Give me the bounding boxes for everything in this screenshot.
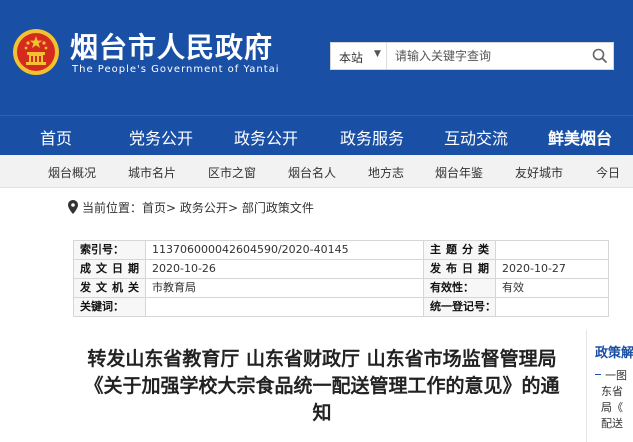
document-info-table: 索引号： 113706000042604590/2020-40145 主题分类 … [73,240,609,317]
keywords-value [145,297,424,317]
table-row: 发文机关 市教育局 有效性： 有效 [73,278,609,298]
index-number-value: 113706000042604590/2020-40145 [145,240,424,260]
nav-home[interactable]: 首页 [40,125,72,149]
validity-label: 有效性： [423,278,496,298]
subnav-item-today[interactable]: 今日 [596,164,620,181]
index-number-label: 索引号： [73,240,146,260]
sub-nav: 烟台概况 城市名片 区市之窗 烟台名人 地方志 烟台年鉴 友好城市 今日 [0,155,633,188]
national-emblem-icon [13,29,59,75]
issuer-label: 发文机关 [73,278,146,298]
subnav-item-celebrities[interactable]: 烟台名人 [288,164,336,181]
site-subtitle: The People's Government of Yantai [72,64,280,75]
subnav-item-city-cards[interactable]: 城市名片 [128,164,176,181]
nav-fresh-yantai[interactable]: 鲜美烟台 [548,125,612,149]
location-pin-icon [68,200,78,214]
breadcrumb-home[interactable]: 首页 [142,201,166,215]
search-input[interactable] [389,43,585,69]
subject-category-label: 主题分类 [423,240,496,260]
subnav-item-districts[interactable]: 区市之窗 [208,164,256,181]
sidebar-link[interactable]: 局《 [601,399,623,415]
article-title: 转发山东省教育厅 山东省财政厅 山东省市场监督管理局《关于加强学校大宗食品统一配… [84,348,560,424]
nav-interaction[interactable]: 互动交流 [444,125,508,149]
breadcrumb-government-affairs[interactable]: 政务公开 [180,201,228,215]
subject-category-value [495,240,609,260]
breadcrumb-department-policy[interactable]: 部门政策文件 [242,201,314,215]
published-date-value: 2020-10-27 [495,259,609,279]
breadcrumb-separator: > [166,201,177,215]
table-row: 关键词： 统一登记号： [73,297,609,317]
search-box: 本站 ▼ [330,42,614,70]
breadcrumb-separator: > [227,201,238,215]
breadcrumb-label: 当前位置： [82,201,143,215]
sidebar-title: 政策解读 [595,346,633,361]
registration-number-value [495,297,609,317]
table-row: 索引号： 113706000042604590/2020-40145 主题分类 [73,240,609,260]
search-icon[interactable] [587,43,613,69]
created-date-value: 2020-10-26 [145,259,424,279]
subnav-item-sister-cities[interactable]: 友好城市 [515,164,563,181]
bullet-line-icon [595,374,601,375]
search-scope-label: 本站 [339,51,364,65]
validity-value: 有效 [495,278,609,298]
published-date-label: 发布日期 [423,259,496,279]
keywords-label: 关键词： [73,297,146,317]
subnav-item-overview[interactable]: 烟台概况 [48,164,96,181]
nav-party-affairs[interactable]: 党务公开 [129,125,193,149]
issuer-value: 市教育局 [145,278,424,298]
table-row: 成文日期 2020-10-26 发布日期 2020-10-27 [73,259,609,279]
policy-interpretation-sidebar: 政策解读 一图 东省 局《 配送 [586,330,633,442]
main-nav: 首页 党务公开 政务公开 政务服务 互动交流 鲜美烟台 [0,115,633,155]
site-header: 烟台市人民政府 The People's Government of Yanta… [0,0,633,115]
site-title: 烟台市人民政府 [70,31,274,64]
registration-number-label: 统一登记号： [423,297,496,317]
created-date-label: 成文日期 [73,259,146,279]
subnav-item-yearbook[interactable]: 烟台年鉴 [435,164,483,181]
subnav-item-local-chronicles[interactable]: 地方志 [368,164,404,181]
breadcrumb: 当前位置：首页> 政务公开> 部门政策文件 [68,199,314,216]
nav-government-affairs[interactable]: 政务公开 [234,125,298,149]
sidebar-link[interactable]: 配送 [601,415,623,431]
sidebar-link[interactable]: 一图 [605,367,627,383]
search-scope-select[interactable]: 本站 ▼ [331,43,387,69]
nav-government-services[interactable]: 政务服务 [340,125,404,149]
caret-down-icon: ▼ [374,49,381,59]
sidebar-link[interactable]: 东省 [601,383,623,399]
